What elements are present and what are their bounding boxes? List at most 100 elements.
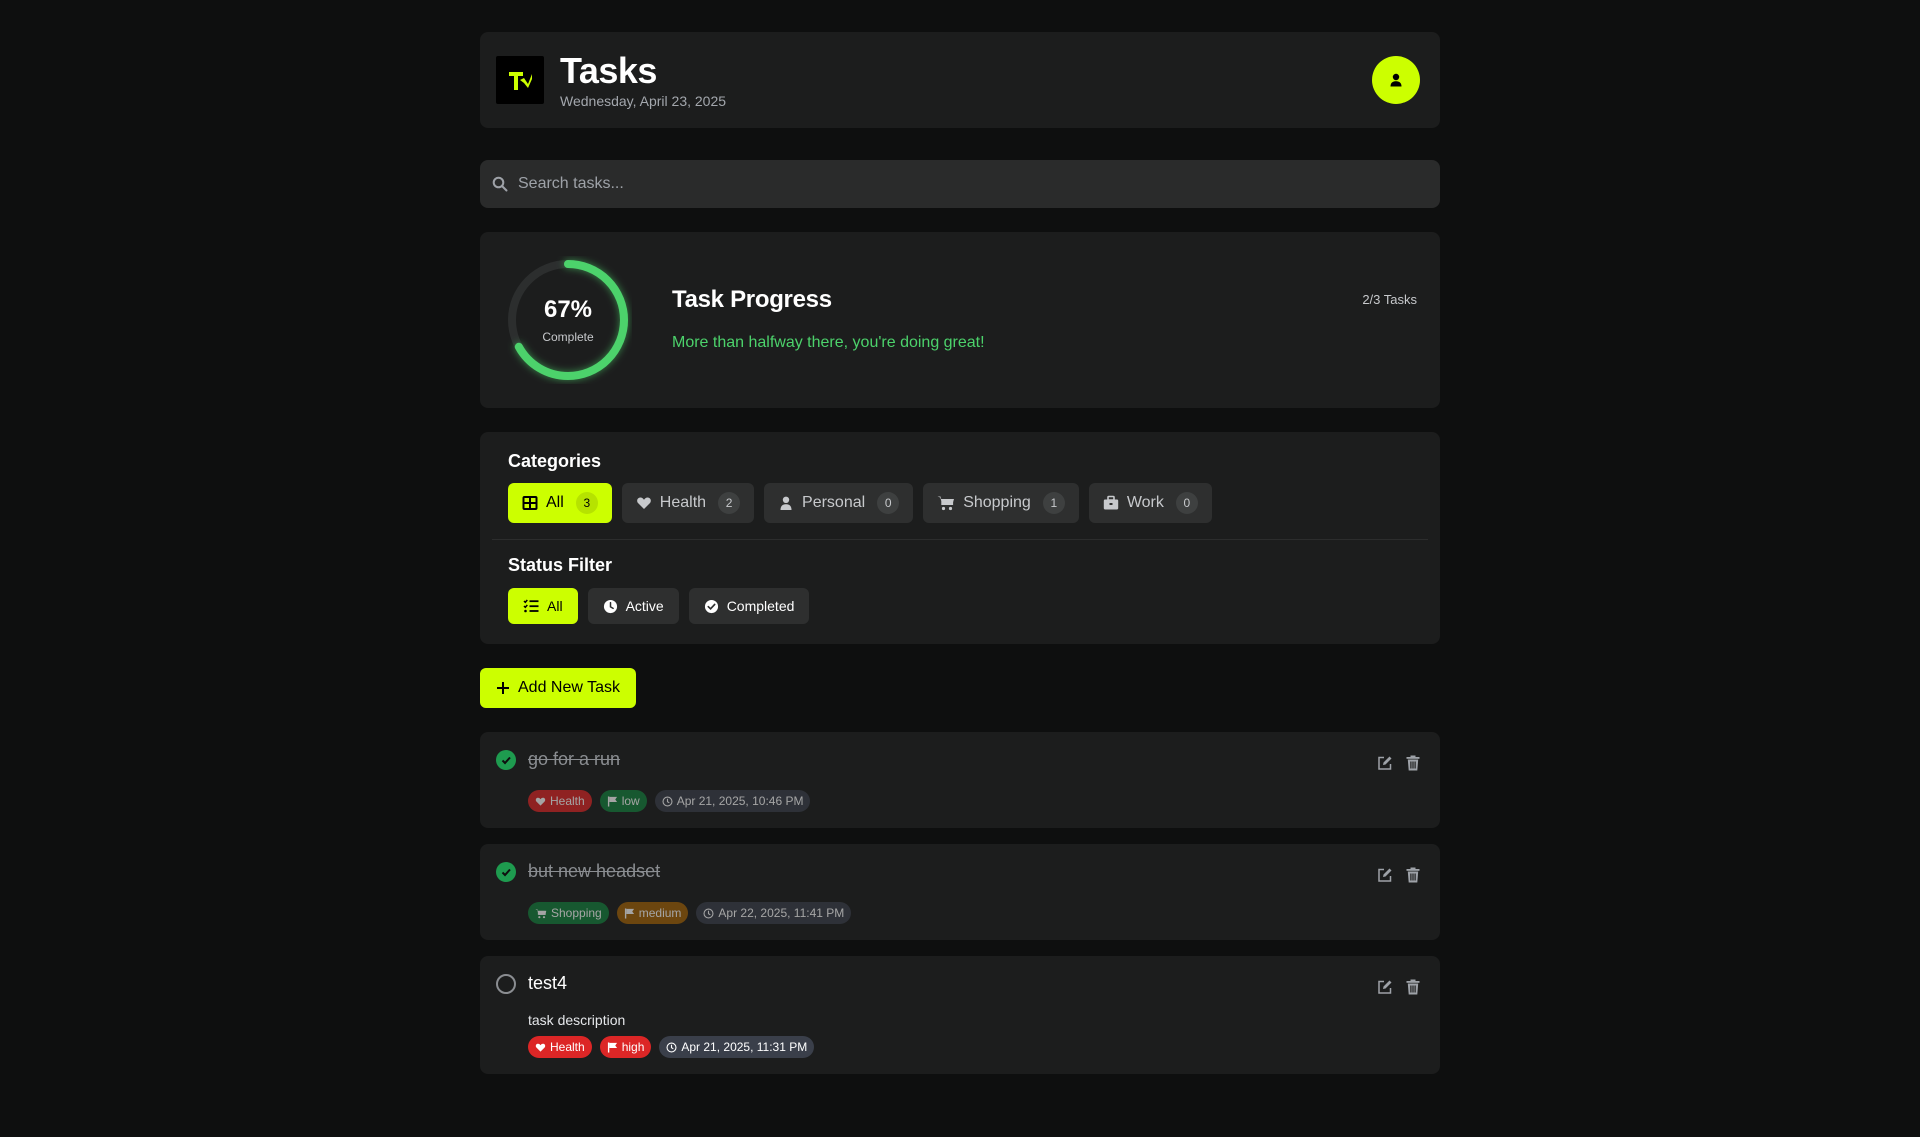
task-priority-label: low <box>621 794 640 808</box>
task-complete-checkbox[interactable] <box>496 750 516 770</box>
task-list: go for a run Health low Apr 21, 2025, 10… <box>480 732 1440 1074</box>
flag-icon <box>607 1041 617 1053</box>
task-actions <box>1376 866 1422 884</box>
task-datetime: Apr 22, 2025, 11:41 PM <box>718 906 845 920</box>
edit-task-button[interactable] <box>1376 866 1394 884</box>
search-icon <box>492 176 508 192</box>
app-header: Tasks Wednesday, April 23, 2025 <box>480 32 1440 128</box>
progress-message: More than halfway there, you're doing gr… <box>672 334 985 351</box>
search-bar <box>480 160 1440 208</box>
progress-complete-label: Complete <box>542 330 594 344</box>
progress-ring-text: 67% Complete <box>504 256 632 384</box>
task-title: but new headset <box>528 861 661 881</box>
task-date-tag: Apr 21, 2025, 11:31 PM <box>659 1036 815 1058</box>
category-count: 0 <box>877 492 900 514</box>
status-active-button[interactable]: Active <box>587 588 679 624</box>
category-label: Personal <box>802 494 866 511</box>
trash-icon <box>1406 979 1420 995</box>
edit-icon <box>1378 756 1392 770</box>
category-label: Health <box>659 494 707 511</box>
category-count: 1 <box>1042 492 1065 514</box>
task-item: go for a run Health low Apr 21, 2025, 10… <box>480 732 1440 828</box>
category-label: Shopping <box>963 494 1031 511</box>
flag-icon <box>607 795 617 807</box>
clock-icon <box>662 795 673 807</box>
status-chips: All Active Completed <box>508 588 1428 624</box>
category-chips: All 3 Health 2 Personal 0 Shopping 1 Wor… <box>508 483 1428 523</box>
task-tags: Health low Apr 21, 2025, 10:46 PM <box>528 790 1424 812</box>
category-shopping-button[interactable]: Shopping 1 <box>923 483 1079 523</box>
check-icon <box>501 868 511 877</box>
category-work-button[interactable]: Work 0 <box>1088 483 1212 523</box>
task-category-tag: Shopping <box>528 902 609 924</box>
progress-card: 67% Complete Task Progress More than hal… <box>480 232 1440 408</box>
category-health-button[interactable]: Health 2 <box>621 483 755 523</box>
filters-divider <box>492 539 1428 540</box>
status-all-button[interactable]: All <box>508 588 578 624</box>
add-new-task-button[interactable]: Add New Task <box>480 668 636 708</box>
add-new-task-label: Add New Task <box>518 679 620 696</box>
briefcase-icon <box>1103 495 1119 510</box>
trash-icon <box>1406 867 1420 883</box>
heart-icon <box>636 497 651 509</box>
category-all-button[interactable]: All 3 <box>508 483 612 523</box>
flag-icon <box>624 907 634 919</box>
task-description: task description <box>528 1012 626 1028</box>
task-tags: Shopping medium Apr 22, 2025, 11:41 PM <box>528 902 1424 924</box>
task-complete-checkbox[interactable] <box>496 862 516 882</box>
task-item: but new headset Shopping medium Apr 22, … <box>480 844 1440 940</box>
task-priority-label: medium <box>638 906 682 920</box>
edit-task-button[interactable] <box>1376 754 1394 772</box>
edit-task-button[interactable] <box>1376 978 1394 996</box>
edit-icon <box>1378 980 1392 994</box>
current-date: Wednesday, April 23, 2025 <box>560 93 727 109</box>
delete-task-button[interactable] <box>1404 866 1422 884</box>
task-item: test4 task description Health high Apr 2… <box>480 956 1440 1074</box>
check-icon <box>501 756 511 765</box>
category-label: Work <box>1126 494 1164 511</box>
delete-task-button[interactable] <box>1404 754 1422 772</box>
grid-icon <box>522 496 538 510</box>
task-category-tag: Health <box>528 790 592 812</box>
category-personal-button[interactable]: Personal 0 <box>764 483 914 523</box>
status-label: Completed <box>726 598 795 614</box>
list-check-icon <box>523 599 539 613</box>
task-datetime: Apr 21, 2025, 10:46 PM <box>676 794 804 808</box>
filters-card: Categories All 3 Health 2 Personal 0 Sho… <box>480 432 1440 644</box>
task-priority-tag: low <box>599 790 647 812</box>
task-title: test4 <box>528 973 568 993</box>
task-title: go for a run <box>528 749 621 769</box>
progress-count: 2/3 Tasks <box>1362 292 1417 307</box>
status-completed-button[interactable]: Completed <box>688 588 810 624</box>
task-datetime: Apr 21, 2025, 11:31 PM <box>681 1040 808 1054</box>
user-icon <box>780 496 792 510</box>
status-label: All <box>547 598 563 614</box>
clock-icon <box>666 1041 677 1053</box>
plus-icon <box>497 682 509 694</box>
tasks-logo-icon <box>496 56 544 104</box>
search-input[interactable] <box>518 160 1440 208</box>
category-count: 0 <box>1175 492 1198 514</box>
task-priority-label: high <box>621 1040 645 1054</box>
category-label: All <box>546 494 564 511</box>
app-container: Tasks Wednesday, April 23, 2025 67% Comp… <box>480 32 1440 1074</box>
clock-icon <box>703 907 714 919</box>
task-date-tag: Apr 21, 2025, 10:46 PM <box>654 790 811 812</box>
category-count: 2 <box>718 492 741 514</box>
task-complete-checkbox[interactable] <box>496 974 516 994</box>
user-icon <box>1390 73 1402 87</box>
delete-task-button[interactable] <box>1404 978 1422 996</box>
task-actions <box>1376 754 1422 772</box>
progress-percent: 67% <box>543 296 593 323</box>
heart-icon <box>535 797 546 806</box>
trash-icon <box>1406 755 1420 771</box>
title-block: Tasks Wednesday, April 23, 2025 <box>560 50 727 110</box>
user-avatar-button[interactable] <box>1372 56 1420 104</box>
task-tags: Health high Apr 21, 2025, 11:31 PM <box>528 1036 1424 1058</box>
cart-icon <box>937 496 955 511</box>
task-category-label: Health <box>550 1040 585 1054</box>
heart-icon <box>535 1043 546 1052</box>
page-title: Tasks <box>560 50 657 91</box>
clock-icon <box>603 599 617 613</box>
edit-icon <box>1378 868 1392 882</box>
